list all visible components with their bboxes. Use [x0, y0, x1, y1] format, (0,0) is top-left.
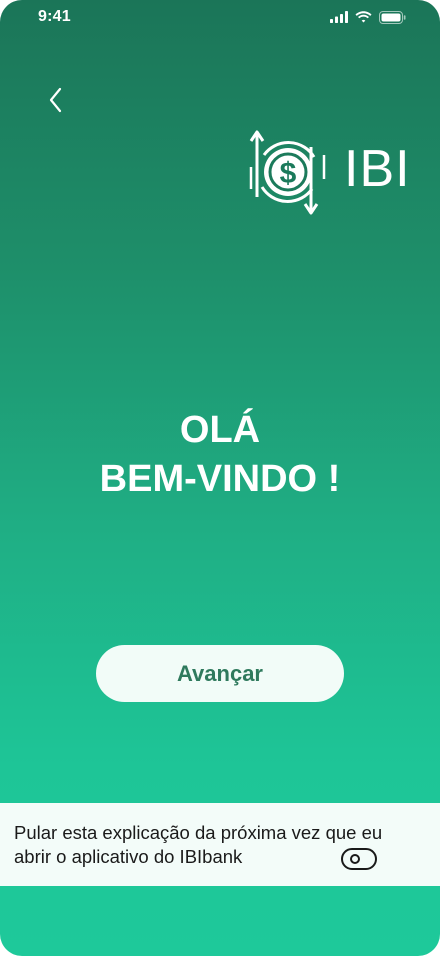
status-bar: 9:41 — [0, 0, 440, 34]
svg-text:$: $ — [280, 157, 297, 190]
status-time: 9:41 — [38, 8, 71, 25]
skip-explanation-panel: Pular esta explicação da próxima vez que… — [0, 803, 440, 886]
logo-text: IBI — [344, 140, 411, 198]
next-button[interactable]: Avançar — [96, 645, 344, 702]
toggle-knob — [350, 854, 360, 864]
signal-icon — [330, 11, 348, 23]
greeting-subtitle: BEM-VINDO ! — [99, 458, 341, 500]
wifi-icon — [355, 11, 372, 23]
chevron-left-icon — [49, 87, 62, 113]
welcome-screen: 9:41 $ IBI OLÁ BEM-VINDO ! Avançar Pular… — [0, 0, 440, 956]
status-icons — [330, 10, 406, 24]
greeting-title: OLÁ — [179, 409, 261, 451]
ibi-logo: $ IBI — [248, 126, 411, 218]
battery-icon — [379, 10, 406, 24]
dollar-exchange-icon: $ — [249, 130, 326, 215]
back-button[interactable] — [40, 84, 72, 116]
skip-explanation-toggle[interactable] — [341, 848, 377, 870]
